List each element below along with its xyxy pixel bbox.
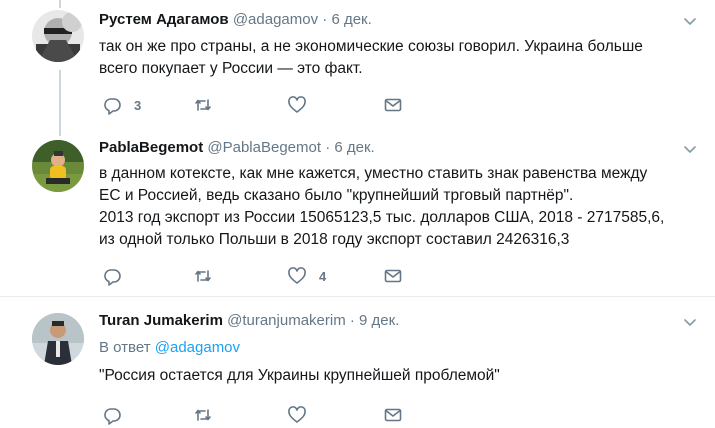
- tweet-actions: [99, 404, 419, 428]
- direct-message-button[interactable]: [383, 265, 403, 287]
- separator-dot: ·: [325, 139, 331, 156]
- thread-connector: [59, 70, 61, 136]
- reply-icon: [104, 269, 121, 286]
- thread-connector: [59, 0, 61, 8]
- direct-message-button[interactable]: [383, 404, 403, 426]
- tweet-text-line: всего покупает у России — это факт.: [99, 60, 363, 77]
- display-name[interactable]: Рустем Адагамов: [99, 11, 229, 28]
- like-button[interactable]: [287, 94, 319, 116]
- reply-button[interactable]: [102, 404, 134, 426]
- user-handle[interactable]: @turanjumakerim: [227, 312, 346, 329]
- tweet-text-line: ЕС и Россией, ведь сказано было "крупней…: [99, 187, 574, 204]
- retweet-icon: [195, 270, 211, 282]
- retweet-button[interactable]: [193, 265, 225, 287]
- retweet-icon: [195, 409, 211, 421]
- tweet-date[interactable]: 9 дек.: [359, 312, 399, 329]
- heart-icon: [288, 267, 306, 284]
- reply-prefix: В ответ: [99, 339, 151, 356]
- tweet-header: PablaBegemot @PablaBegemot · 6 дек.: [99, 139, 375, 156]
- chevron-down-icon[interactable]: [681, 313, 699, 331]
- tweet-text: в данном котексте, как мне кажется, умес…: [99, 163, 699, 251]
- reply-icon: [104, 98, 121, 115]
- retweet-button[interactable]: [193, 94, 225, 116]
- tweet-text-line: из одной только Польши в 2018 году экспо…: [99, 231, 570, 248]
- tweet[interactable]: PablaBegemot @PablaBegemot · 6 дек. в да…: [0, 136, 715, 296]
- tweet-text-line: в данном котексте, как мне кажется, умес…: [99, 165, 648, 182]
- tweet-date[interactable]: 6 дек.: [334, 139, 374, 156]
- direct-message-button[interactable]: [383, 94, 403, 116]
- tweet-actions: 3: [99, 94, 419, 118]
- envelope-icon: [384, 269, 402, 283]
- reply-context: В ответ @adagamov: [99, 339, 240, 356]
- avatar[interactable]: [32, 10, 84, 62]
- tweet-actions: 4: [99, 265, 419, 289]
- chevron-down-icon[interactable]: [681, 12, 699, 30]
- separator-dot: ·: [322, 11, 328, 28]
- like-button[interactable]: 4: [287, 265, 326, 287]
- reply-to-handle-link[interactable]: @adagamov: [155, 339, 240, 356]
- envelope-icon: [384, 98, 402, 112]
- tweet-text: так он же про страны, а не экономические…: [99, 36, 699, 80]
- separator-dot: ·: [349, 312, 355, 329]
- like-button[interactable]: [287, 404, 319, 426]
- retweet-icon: [195, 99, 211, 111]
- tweet-text-line: так он же про страны, а не экономические…: [99, 38, 643, 55]
- tweet-text-line: "Россия остается для Украины крупнейшей …: [99, 367, 500, 384]
- reply-button[interactable]: [102, 265, 134, 287]
- display-name[interactable]: Turan Jumakerim: [99, 312, 223, 329]
- user-handle[interactable]: @PablaBegemot: [207, 139, 321, 156]
- like-count: 4: [319, 268, 327, 284]
- reply-button[interactable]: 3: [102, 94, 141, 116]
- tweet[interactable]: Рустем Адагамов @adagamov · 6 дек. так о…: [0, 0, 715, 136]
- tweet-text: "Россия остается для Украины крупнейшей …: [99, 365, 699, 387]
- display-name[interactable]: PablaBegemot: [99, 139, 203, 156]
- avatar[interactable]: [32, 313, 84, 365]
- tweet-text-line: 2013 год экспорт из России 15065123,5 ты…: [99, 209, 665, 226]
- envelope-icon: [384, 408, 402, 422]
- reply-count: 3: [134, 97, 142, 113]
- tweet[interactable]: Turan Jumakerim @turanjumakerim · 9 дек.…: [0, 296, 715, 426]
- retweet-button[interactable]: [193, 404, 225, 426]
- reply-icon: [104, 408, 121, 425]
- user-handle[interactable]: @adagamov: [233, 11, 318, 28]
- tweet-header: Рустем Адагамов @adagamov · 6 дек.: [99, 11, 372, 28]
- chevron-down-icon[interactable]: [681, 140, 699, 158]
- avatar[interactable]: [32, 140, 84, 192]
- heart-icon: [288, 406, 306, 423]
- tweet-date[interactable]: 6 дек.: [331, 11, 371, 28]
- heart-icon: [288, 96, 306, 113]
- tweet-header: Turan Jumakerim @turanjumakerim · 9 дек.: [99, 312, 399, 329]
